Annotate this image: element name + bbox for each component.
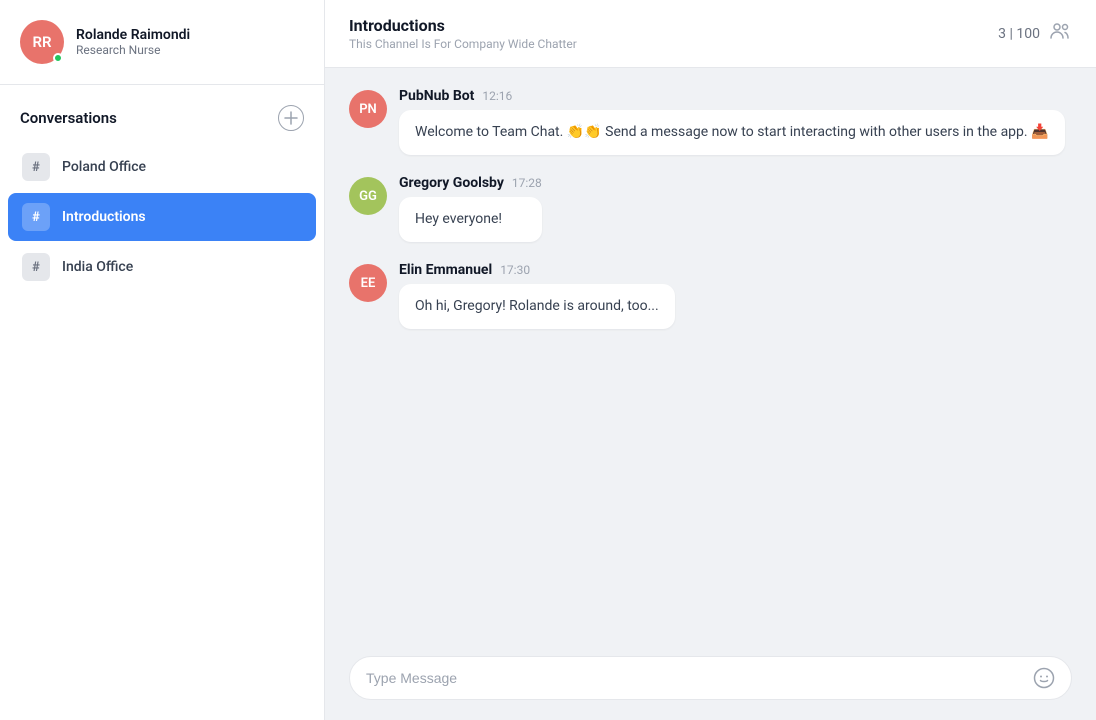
channel-item-introductions[interactable]: # Introductions [8, 193, 316, 241]
chat-header: Introductions This Channel Is For Compan… [325, 0, 1096, 68]
channel-item-poland-office[interactable]: # Poland Office [8, 143, 316, 191]
members-icon [1048, 19, 1072, 48]
avatar-initials: GG [359, 189, 377, 204]
message-bubble: Oh hi, Gregory! Rolande is around, too..… [399, 284, 675, 329]
avatar: EE [349, 264, 387, 302]
channel-hash-icon: # [22, 153, 50, 181]
message-sender: PubNub Bot [399, 88, 474, 104]
main-chat: Introductions This Channel Is For Compan… [325, 0, 1096, 720]
channel-item-india-office[interactable]: # India Office [8, 243, 316, 291]
message-time: 17:28 [512, 176, 542, 190]
channel-title: Introductions [349, 16, 577, 35]
emoji-button[interactable] [1033, 667, 1055, 689]
avatar-initials: RR [32, 33, 51, 51]
channel-hash-icon: # [22, 253, 50, 281]
message-meta: Gregory Goolsby 17:28 [399, 175, 542, 191]
channel-name: India Office [62, 259, 133, 275]
member-count: 3 | 100 [998, 26, 1040, 42]
avatar: RR [20, 20, 64, 64]
avatar: PN [349, 90, 387, 128]
message-bubble: Hey everyone! [399, 197, 542, 242]
user-info: Rolande Raimondi Research Nurse [76, 27, 190, 57]
emoji-icon [1033, 667, 1055, 689]
message-content: PubNub Bot 12:16 Welcome to Team Chat. 👏… [399, 88, 1065, 155]
message-row: GG Gregory Goolsby 17:28 Hey everyone! [349, 175, 1072, 242]
channel-name: Introductions [62, 209, 146, 225]
message-sender: Gregory Goolsby [399, 175, 504, 191]
user-name: Rolande Raimondi [76, 27, 190, 43]
message-row: PN PubNub Bot 12:16 Welcome to Team Chat… [349, 88, 1072, 155]
user-profile: RR Rolande Raimondi Research Nurse [0, 0, 324, 85]
avatar-initials: EE [361, 276, 376, 291]
user-role: Research Nurse [76, 43, 190, 57]
message-meta: PubNub Bot 12:16 [399, 88, 1065, 104]
input-wrapper [349, 656, 1072, 700]
message-row: EE Elin Emmanuel 17:30 Oh hi, Gregory! R… [349, 262, 1072, 329]
channel-list: # Poland Office # Introductions # India … [0, 143, 324, 291]
message-input[interactable] [366, 670, 1025, 686]
plus-icon [284, 111, 298, 125]
sidebar: RR Rolande Raimondi Research Nurse Conve… [0, 0, 325, 720]
channel-hash-icon: # [22, 203, 50, 231]
channel-description: This Channel Is For Company Wide Chatter [349, 37, 577, 51]
conversations-title: Conversations [20, 109, 117, 127]
chat-header-left: Introductions This Channel Is For Compan… [349, 16, 577, 51]
message-content: Gregory Goolsby 17:28 Hey everyone! [399, 175, 542, 242]
online-indicator [53, 53, 63, 63]
message-time: 12:16 [482, 89, 512, 103]
chat-header-right: 3 | 100 [998, 19, 1072, 48]
conversations-header: Conversations [0, 85, 324, 143]
message-bubble: Welcome to Team Chat. 👏👏 Send a message … [399, 110, 1065, 155]
message-content: Elin Emmanuel 17:30 Oh hi, Gregory! Rola… [399, 262, 675, 329]
message-input-area [325, 640, 1096, 720]
message-time: 17:30 [500, 263, 530, 277]
avatar: GG [349, 177, 387, 215]
message-sender: Elin Emmanuel [399, 262, 492, 278]
add-conversation-button[interactable] [278, 105, 304, 131]
channel-name: Poland Office [62, 159, 146, 175]
message-meta: Elin Emmanuel 17:30 [399, 262, 675, 278]
avatar-initials: PN [359, 102, 377, 117]
messages-area: PN PubNub Bot 12:16 Welcome to Team Chat… [325, 68, 1096, 640]
